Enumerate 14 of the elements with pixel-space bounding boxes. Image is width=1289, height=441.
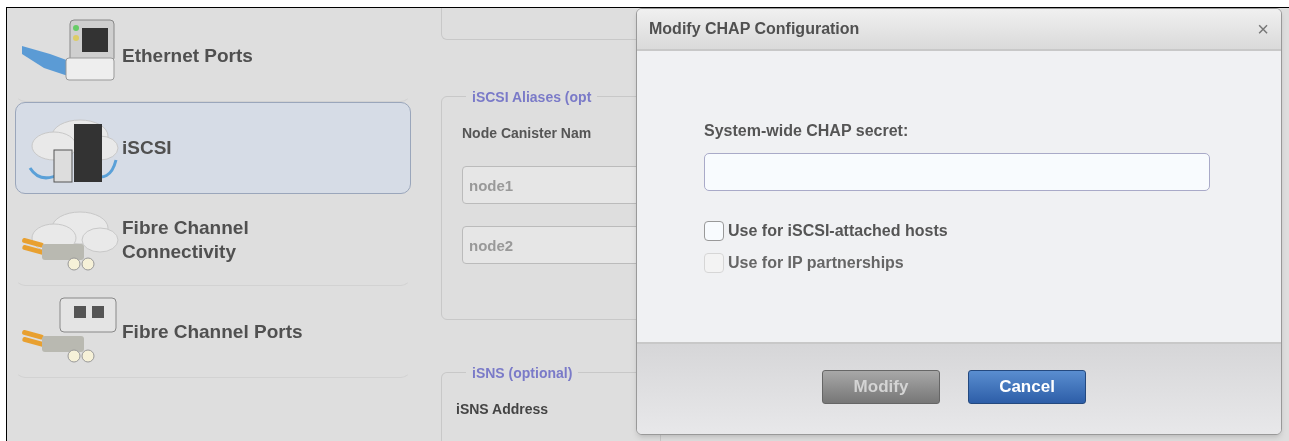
close-button[interactable]: × (1257, 19, 1269, 39)
field-label: System-wide CHAP secret: (704, 121, 910, 141)
sidebar-item[interactable]: Fibre Channel Connectivity (15, 194, 411, 286)
cancel-button[interactable]: Cancel (968, 370, 1086, 404)
sidebar-item[interactable]: Fibre Channel Ports (15, 286, 411, 378)
secret-field[interactable] (704, 153, 1210, 191)
field-label: iSNS Address (456, 400, 550, 419)
sidebar-item[interactable]: iSCSI (15, 102, 411, 194)
sidebar-item[interactable]: Ethernet Ports (15, 10, 411, 102)
column-header: Node Canister Nam (462, 124, 593, 143)
checkbox-label: Use for iSCSI-attached hosts (728, 221, 948, 241)
dialog-title: Modify CHAP Configuration (649, 19, 860, 39)
checkbox-label: Use for IP partnerships (728, 253, 904, 273)
checkbox[interactable] (704, 221, 724, 241)
